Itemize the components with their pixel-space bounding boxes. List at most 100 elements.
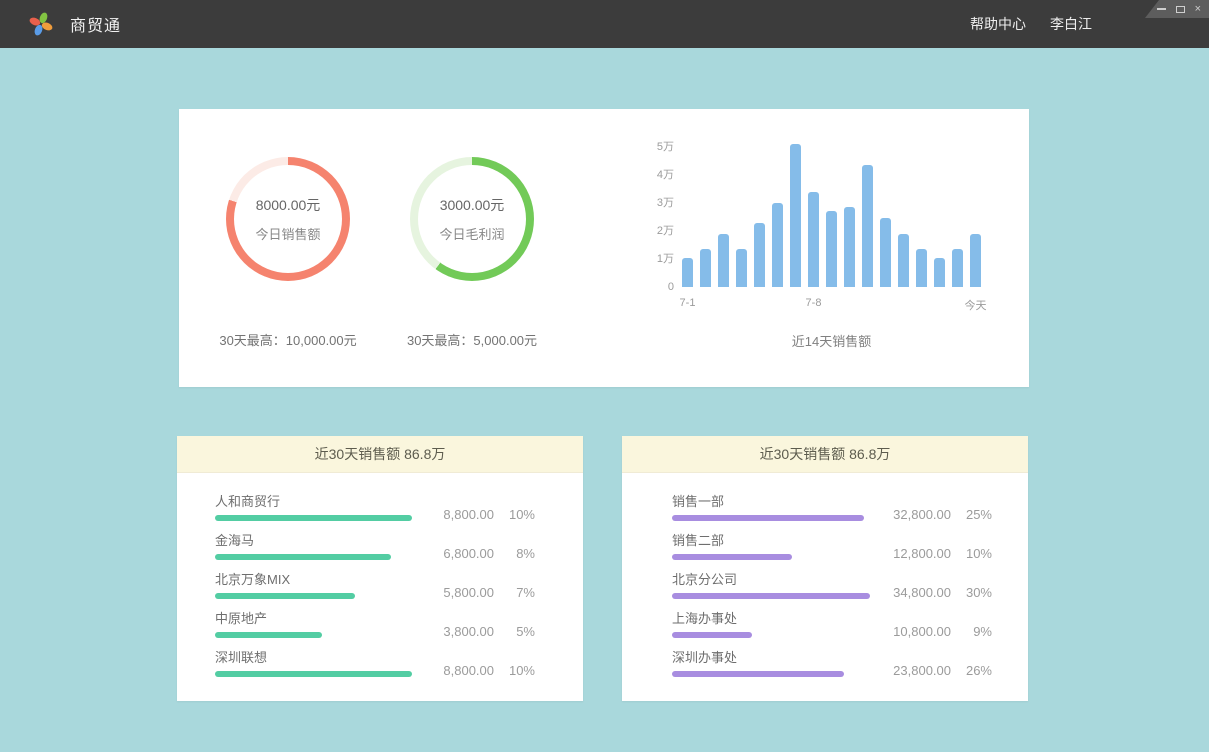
y-axis-tick: 1万	[634, 252, 674, 266]
top-navigation: 帮助中心 李白江	[970, 0, 1092, 48]
sales-bar-chart: 01万2万3万4万5万 7-17-8今天 近14天销售额	[634, 137, 1004, 373]
rank-row: 深圳联想 8,800.00 10%	[215, 650, 535, 677]
rank-row: 上海办事处 10,800.00 9%	[672, 611, 992, 638]
donut-label: 今日毛利润	[439, 224, 504, 243]
customer-rank-list: 人和商贸行 8,800.00 10% 金海马 6,800.00 8% 北京万象M…	[177, 473, 583, 677]
rank-bar	[215, 671, 412, 677]
rank-left: 北京分公司	[672, 572, 879, 599]
maximize-icon[interactable]	[1176, 6, 1185, 13]
rank-row: 北京万象MIX 5,800.00 7%	[215, 572, 535, 599]
rank-values: 10,800.00 9%	[885, 625, 992, 638]
rank-amount: 8,800.00	[428, 664, 494, 677]
bar	[790, 144, 801, 287]
rank-amount: 5,800.00	[428, 586, 494, 599]
brand: 商贸通	[28, 0, 121, 48]
y-axis-tick: 2万	[634, 224, 674, 238]
help-center-link[interactable]: 帮助中心	[970, 14, 1026, 34]
rank-left: 北京万象MIX	[215, 572, 422, 599]
today-summary-card: 8000.00元 今日销售额3000.00元 今日毛利润 01万2万3万4万5万…	[179, 109, 1029, 387]
rank-left: 销售二部	[672, 533, 879, 560]
rank-bar	[672, 593, 870, 599]
rank-values: 8,800.00 10%	[428, 664, 535, 677]
rank-bar	[215, 515, 412, 521]
donut-footnote: 30天最高：10,000.00元	[219, 330, 356, 349]
rank-left: 金海马	[215, 533, 422, 560]
rank-left: 深圳办事处	[672, 650, 879, 677]
rank-row: 金海马 6,800.00 8%	[215, 533, 535, 560]
rank-bar	[672, 515, 864, 521]
rank-values: 12,800.00 10%	[885, 547, 992, 560]
bar	[808, 192, 819, 287]
rank-bar	[215, 593, 355, 599]
rank-percent: 8%	[507, 547, 535, 560]
department-sales-card: 近30天销售额 86.8万 销售一部 32,800.00 25% 销售二部 12…	[622, 436, 1028, 701]
donut-ring: 8000.00元 今日销售额	[226, 157, 350, 281]
rank-row: 深圳办事处 23,800.00 26%	[672, 650, 992, 677]
y-axis-tick: 0	[634, 280, 674, 294]
rank-label: 北京万象MIX	[215, 572, 422, 587]
donut-chart-sales: 8000.00元 今日销售额	[226, 157, 350, 281]
window-controls: ×	[1145, 0, 1209, 18]
department-card-title: 近30天销售额 86.8万	[760, 444, 891, 464]
donut-value: 8000.00元	[256, 195, 321, 215]
rank-amount: 3,800.00	[428, 625, 494, 638]
rank-percent: 9%	[964, 625, 992, 638]
donut-center-text: 8000.00元 今日销售额	[226, 157, 350, 281]
bar	[754, 223, 765, 287]
close-icon[interactable]: ×	[1195, 4, 1201, 14]
rank-percent: 10%	[507, 508, 535, 521]
rank-label: 北京分公司	[672, 572, 879, 587]
x-axis-tick: 今天	[965, 297, 987, 313]
rank-percent: 10%	[964, 547, 992, 560]
bar	[844, 207, 855, 287]
bar	[934, 258, 945, 287]
y-axis-tick: 5万	[634, 140, 674, 154]
rank-percent: 5%	[507, 625, 535, 638]
rank-label: 金海马	[215, 533, 422, 548]
rank-amount: 8,800.00	[428, 508, 494, 521]
rank-label: 上海办事处	[672, 611, 879, 626]
rank-values: 3,800.00 5%	[428, 625, 535, 638]
rank-amount: 23,800.00	[885, 664, 951, 677]
rank-left: 人和商贸行	[215, 494, 422, 521]
rank-amount: 6,800.00	[428, 547, 494, 560]
bar	[862, 165, 873, 287]
app-window: 商贸通 帮助中心 李白江 × 8000.00元 今日销售额 3000.00元 今日…	[0, 0, 1209, 752]
rank-values: 5,800.00 7%	[428, 586, 535, 599]
donut-value: 3000.00元	[440, 195, 505, 215]
customer-card-title: 近30天销售额 86.8万	[315, 444, 446, 464]
bar	[970, 234, 981, 287]
bar	[898, 234, 909, 287]
rank-percent: 7%	[507, 586, 535, 599]
rank-label: 销售一部	[672, 494, 879, 509]
rank-bar	[215, 632, 322, 638]
app-logo-icon	[28, 11, 54, 37]
rank-bar	[672, 554, 792, 560]
rank-percent: 30%	[964, 586, 992, 599]
rank-amount: 12,800.00	[885, 547, 951, 560]
bar	[736, 249, 747, 287]
rank-left: 深圳联想	[215, 650, 422, 677]
minimize-icon[interactable]	[1157, 8, 1166, 10]
donut-label: 今日销售额	[255, 224, 320, 243]
x-axis-tick: 7-8	[806, 297, 822, 309]
bar	[700, 249, 711, 287]
department-card-header: 近30天销售额 86.8万	[622, 436, 1028, 473]
rank-left: 销售一部	[672, 494, 879, 521]
donut-center-text: 3000.00元 今日毛利润	[410, 157, 534, 281]
rank-row: 北京分公司 34,800.00 30%	[672, 572, 992, 599]
bar	[772, 203, 783, 287]
customer-card-header: 近30天销售额 86.8万	[177, 436, 583, 473]
department-rank-list: 销售一部 32,800.00 25% 销售二部 12,800.00 10% 北京…	[622, 473, 1028, 677]
x-axis-tick: 7-1	[680, 297, 696, 309]
rank-amount: 10,800.00	[885, 625, 951, 638]
customer-sales-card: 近30天销售额 86.8万 人和商贸行 8,800.00 10% 金海马 6,8…	[177, 436, 583, 701]
bar	[952, 249, 963, 287]
rank-left: 中原地产	[215, 611, 422, 638]
user-menu[interactable]: 李白江	[1050, 14, 1092, 34]
titlebar: 商贸通 帮助中心 李白江 ×	[0, 0, 1209, 48]
rank-values: 6,800.00 8%	[428, 547, 535, 560]
chart-bars	[682, 144, 981, 287]
bar	[682, 258, 693, 287]
rank-bar	[672, 671, 844, 677]
